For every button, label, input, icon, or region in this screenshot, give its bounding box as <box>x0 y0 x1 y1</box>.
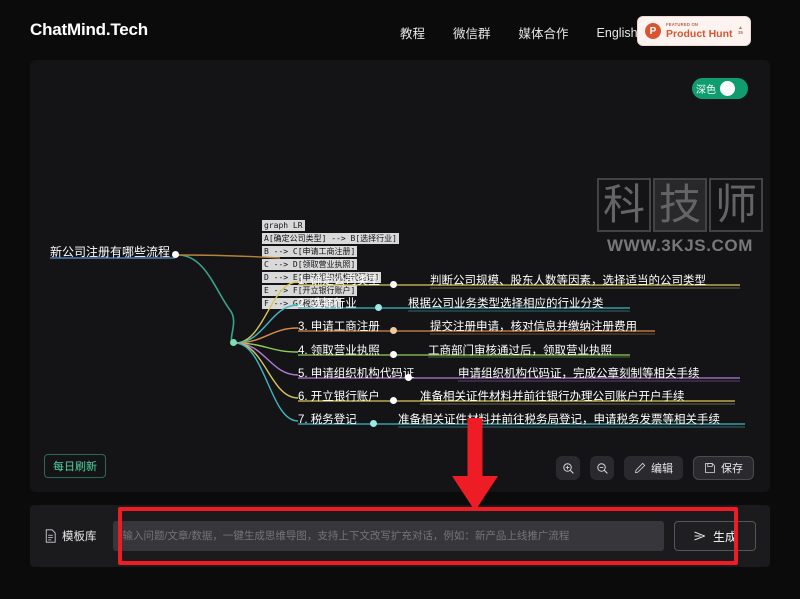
template-library-label: 模板库 <box>62 531 97 543</box>
mindmap-branch-label: 4. 领取营业执照 <box>298 345 380 357</box>
watermark-char-1: 科 <box>597 178 651 232</box>
mindmap-branch-node-7[interactable]: 7. 税务登记 <box>298 411 357 429</box>
hub-node-dot[interactable] <box>230 339 237 346</box>
branch-dot-4[interactable] <box>390 351 397 358</box>
mindmap-detail-label: 准备相关证件材料并前往税务局登记，申请税务发票等相关手续 <box>398 414 720 426</box>
edit-button[interactable]: 编辑 <box>624 456 683 480</box>
prompt-input[interactable] <box>112 521 664 551</box>
canvas-toolbar: 编辑 保存 <box>556 456 754 480</box>
mindmap-root-label: 新公司注册有哪些流程 <box>50 245 171 259</box>
save-button-label: 保存 <box>721 463 743 475</box>
pencil-icon <box>634 462 646 474</box>
nav-item-wechat-group[interactable]: 微信群 <box>453 23 491 42</box>
nav-item-english[interactable]: English <box>597 26 638 40</box>
mindmap-branch-label: 2. 选择行业 <box>298 298 357 310</box>
mindmap-detail-label: 申请组织机构代码证，完成公章刻制等相关手续 <box>458 368 700 380</box>
code-line: B --> C[申请工商注册] <box>262 246 358 257</box>
generate-button[interactable]: 生成 <box>674 521 756 551</box>
dark-mode-label: 深色 <box>696 85 716 96</box>
daily-refresh-button[interactable]: 每日刷新 <box>44 454 106 478</box>
edit-button-label: 编辑 <box>651 463 673 475</box>
branch-dot-3[interactable] <box>390 327 397 334</box>
nav-item-tutorial[interactable]: 教程 <box>400 23 425 42</box>
toggle-knob <box>720 81 735 96</box>
zoom-in-icon <box>562 462 574 474</box>
mindmap-branch-label: 6. 开立银行账户 <box>298 391 380 403</box>
code-line: A[确定公司类型] --> B[选择行业] <box>262 233 399 244</box>
generate-button-label: 生成 <box>712 529 737 544</box>
product-hunt-count: 35 <box>737 30 743 36</box>
save-icon <box>705 463 715 473</box>
mindmap-branch-label: 7. 税务登记 <box>298 414 357 426</box>
document-icon <box>45 529 56 543</box>
mindmap-branch-node-6[interactable]: 6. 开立银行账户 <box>298 388 380 406</box>
mindmap-canvas[interactable]: 深色 科 技 师 WWW.3KJS.COM graph LR A[确定公司类型]… <box>30 60 770 492</box>
branch-dot-5[interactable] <box>405 374 412 381</box>
mindmap-detail-node-2[interactable]: 根据公司业务类型选择相应的行业分类 <box>408 295 604 313</box>
save-button[interactable]: 保存 <box>693 456 754 480</box>
product-hunt-upvotes: ▲ 35 <box>738 26 743 36</box>
site-logo[interactable]: ChatMind.Tech <box>30 20 148 40</box>
zoom-out-button[interactable] <box>590 456 614 480</box>
template-library-button[interactable]: 模板库 <box>44 528 103 544</box>
mindmap-branch-node-4[interactable]: 4. 领取营业执照 <box>298 342 380 360</box>
branch-dot-7[interactable] <box>370 420 377 427</box>
product-hunt-badge[interactable]: P FEATURED ON Product Hunt ▲ 35 <box>637 16 751 46</box>
mindmap-detail-node-4[interactable]: 工商部门审核通过后，领取营业执照 <box>428 342 612 360</box>
send-icon <box>694 531 706 541</box>
mindmap-detail-node-3[interactable]: 提交注册申请，核对信息并缴纳注册费用 <box>430 318 637 336</box>
mindmap-root-node[interactable]: 新公司注册有哪些流程 <box>50 243 170 262</box>
branch-dot-6[interactable] <box>390 397 397 404</box>
site-header: ChatMind.Tech 教程 微信群 媒体合作 English P FEAT… <box>0 0 800 62</box>
mindmap-branch-node-3[interactable]: 3. 申请工商注册 <box>298 318 380 336</box>
app-page: ChatMind.Tech 教程 微信群 媒体合作 English P FEAT… <box>0 0 800 599</box>
mindmap-branch-label: 5. 申请组织机构代码证 <box>298 368 415 380</box>
watermark: 科 技 师 WWW.3KJS.COM <box>597 178 763 256</box>
zoom-in-button[interactable] <box>556 456 580 480</box>
watermark-char-3: 师 <box>709 178 763 232</box>
branch-dot-1[interactable] <box>390 281 397 288</box>
watermark-url: WWW.3KJS.COM <box>606 236 754 255</box>
code-line: graph LR <box>262 220 305 231</box>
product-hunt-featured-label: FEATURED ON <box>666 21 699 27</box>
main-nav: 教程 微信群 媒体合作 English <box>400 23 638 42</box>
mindmap-detail-node-6[interactable]: 准备相关证件材料并前往银行办理公司账户开户手续 <box>420 388 685 406</box>
zoom-out-icon <box>596 462 608 474</box>
mindmap-detail-label: 提交注册申请，核对信息并缴纳注册费用 <box>430 321 637 333</box>
mindmap-branch-node-1[interactable]: 1. 确定公司类型 <box>298 272 380 290</box>
mindmap-branch-label: 3. 申请工商注册 <box>298 321 380 333</box>
mindmap-branch-node-5[interactable]: 5. 申请组织机构代码证 <box>298 365 414 383</box>
watermark-characters: 科 技 师 <box>597 178 763 232</box>
mindmap-branch-label: 1. 确定公司类型 <box>298 275 380 287</box>
mindmap-detail-node-5[interactable]: 申请组织机构代码证，完成公章刻制等相关手续 <box>458 365 700 383</box>
dark-mode-toggle[interactable]: 深色 <box>692 78 748 99</box>
prompt-bar: 模板库 生成 <box>30 505 770 567</box>
nav-item-media-cooperation[interactable]: 媒体合作 <box>519 23 569 42</box>
mindmap-branch-node-2[interactable]: 2. 选择行业 <box>298 295 357 313</box>
branch-dot-2[interactable] <box>375 304 382 311</box>
watermark-char-2: 技 <box>653 178 707 232</box>
product-hunt-name: Product Hunt <box>666 27 733 40</box>
mindmap-detail-label: 准备相关证件材料并前往银行办理公司账户开户手续 <box>420 391 685 403</box>
mindmap-detail-label: 根据公司业务类型选择相应的行业分类 <box>408 298 604 310</box>
product-hunt-icon: P <box>645 23 661 39</box>
product-hunt-text: FEATURED ON Product Hunt <box>666 21 733 40</box>
root-node-dot[interactable] <box>172 251 179 258</box>
mindmap-detail-node-1[interactable]: 判断公司规模、股东人数等因素，选择适当的公司类型 <box>430 272 706 290</box>
mindmap-detail-label: 判断公司规模、股东人数等因素，选择适当的公司类型 <box>430 275 706 287</box>
mindmap-detail-label: 工商部门审核通过后，领取营业执照 <box>428 345 612 357</box>
mindmap-detail-node-7[interactable]: 准备相关证件材料并前往税务局登记，申请税务发票等相关手续 <box>398 411 720 429</box>
code-line: C --> D[领取营业执照] <box>262 259 358 270</box>
